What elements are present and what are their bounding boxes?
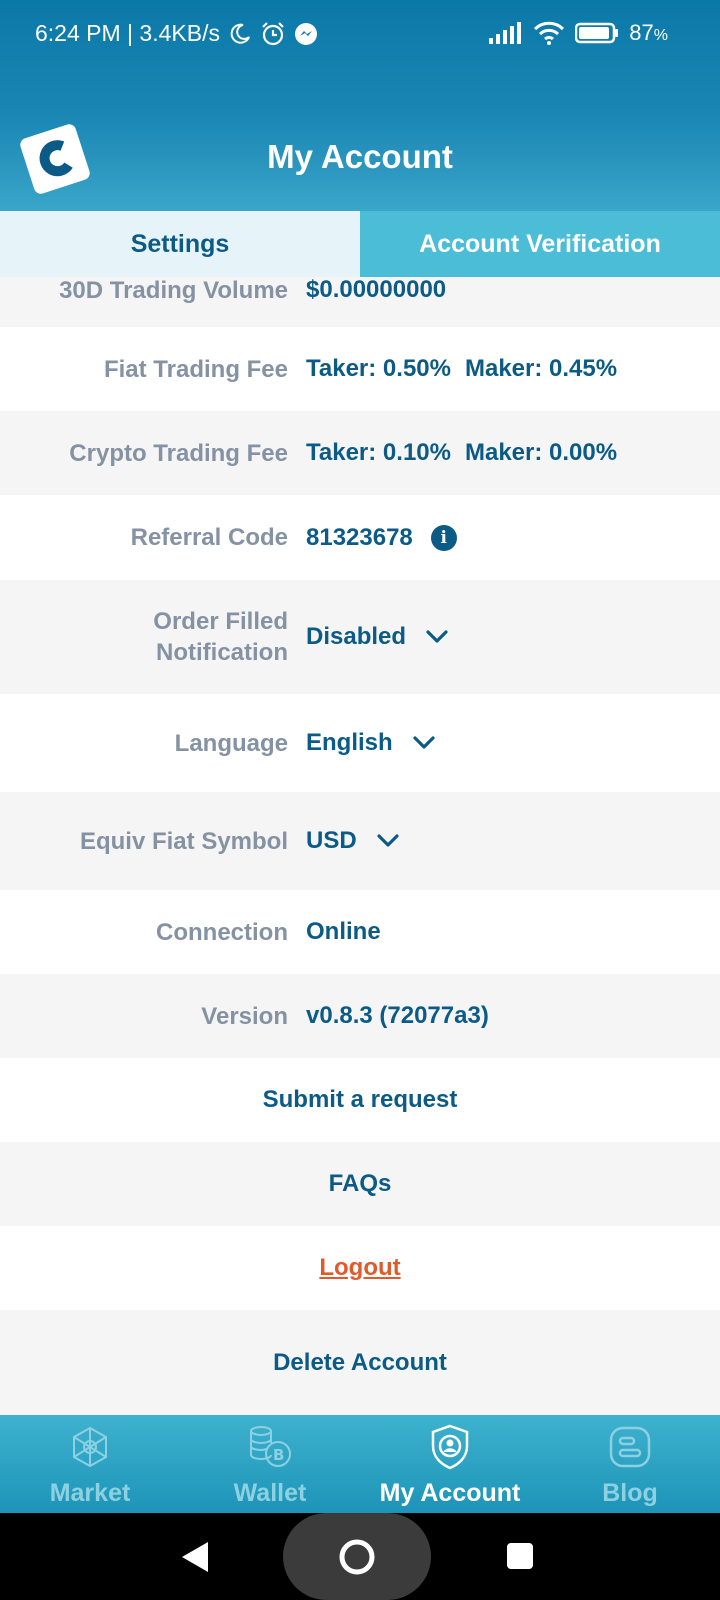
- fiat-symbol-label: Equiv Fiat Symbol: [79, 827, 288, 855]
- language-dropdown[interactable]: English: [306, 729, 435, 757]
- svg-text:B: B: [273, 1446, 284, 1464]
- row-fiat-symbol: Equiv Fiat Symbol USD: [0, 792, 720, 890]
- nav-market-label: Market: [49, 1479, 131, 1507]
- fiat-symbol-dropdown[interactable]: USD: [306, 827, 399, 855]
- network-icon: [68, 1423, 112, 1471]
- page-title: My Account: [267, 138, 453, 175]
- coins-icon: B: [247, 1423, 293, 1471]
- trading-volume-label: 30D Trading Volume: [59, 277, 288, 304]
- crypto-fee-taker: Taker: 0.10%: [306, 439, 451, 466]
- referral-code-value-wrap: 81323678 i: [306, 524, 457, 552]
- bottom-nav: Market B Wallet My Account Blog: [0, 1415, 720, 1513]
- row-order-notification: Order Filled Notification Disabled: [0, 580, 720, 694]
- nav-blog-label: Blog: [602, 1479, 658, 1507]
- shield-user-icon: [430, 1423, 470, 1471]
- connection-value-wrap: Online: [306, 918, 381, 946]
- signal-icon: [489, 22, 523, 44]
- nav-blog[interactable]: Blog: [540, 1415, 720, 1513]
- moon-icon: [228, 22, 252, 46]
- row-trading-volume: 30D Trading Volume $0.00000000: [0, 277, 720, 327]
- row-delete-account: Delete Account: [0, 1310, 720, 1415]
- row-language: Language English: [0, 694, 720, 792]
- battery-icon: [575, 22, 619, 44]
- connection-label: Connection: [156, 918, 288, 946]
- version-value: v0.8.3 (72077a3): [306, 1002, 489, 1029]
- chevron-down-icon: [377, 827, 399, 855]
- battery-unit: %: [653, 27, 668, 44]
- logout-link[interactable]: Logout: [319, 1254, 400, 1281]
- trading-volume-value: $0.00000000: [306, 277, 447, 303]
- row-faqs: FAQs: [0, 1142, 720, 1226]
- row-crypto-fee: Crypto Trading Fee Taker: 0.10% Maker: 0…: [0, 411, 720, 495]
- row-fiat-fee: Fiat Trading Fee Taker: 0.50% Maker: 0.4…: [0, 327, 720, 411]
- logout-row-label: Logout: [0, 1254, 720, 1282]
- tab-account-verification[interactable]: Account Verification: [360, 211, 720, 277]
- crypto-fee-maker: Maker: 0.00%: [464, 439, 618, 466]
- nav-my-account-label: My Account: [379, 1479, 521, 1507]
- trading-volume-value-wrap: $0.00000000: [306, 277, 446, 304]
- version-label: Version: [201, 1002, 288, 1030]
- home-icon: [339, 1539, 375, 1574]
- account-tabs: Settings Account Verification: [0, 211, 720, 277]
- wifi-icon: [533, 21, 565, 45]
- fiat-fee-values: Taker: 0.50% Maker: 0.45%: [306, 355, 617, 383]
- connection-value: Online: [306, 918, 381, 945]
- language-value: English: [306, 729, 393, 756]
- row-connection: Connection Online: [0, 890, 720, 974]
- status-time: 6:24 PM | 3.4KB/s: [35, 20, 220, 46]
- system-nav-bar: [0, 1513, 720, 1600]
- order-notification-label: Order Filled Notification: [0, 606, 288, 668]
- home-button[interactable]: [283, 1513, 431, 1600]
- nav-my-account[interactable]: My Account: [360, 1415, 540, 1513]
- battery-percent: 87: [629, 20, 654, 45]
- status-bar: 6:24 PM | 3.4KB/s 87%: [0, 0, 720, 70]
- nav-wallet-label: Wallet: [233, 1479, 307, 1507]
- app-header: 6:24 PM | 3.4KB/s 87% My Account: [0, 0, 720, 211]
- referral-code-label: Referral Code: [130, 524, 288, 551]
- status-left: 6:24 PM | 3.4KB/s: [35, 20, 318, 47]
- chevron-down-icon: [426, 623, 448, 651]
- alarm-icon: [260, 21, 286, 47]
- referral-code-value: 81323678: [306, 523, 413, 551]
- order-notification-label-line1: Order Filled: [153, 608, 288, 635]
- language-label: Language: [174, 729, 288, 757]
- version-value-wrap: v0.8.3 (72077a3): [306, 1002, 489, 1030]
- order-notification-label-line2: Notification: [156, 639, 288, 666]
- order-notification-dropdown[interactable]: Disabled: [306, 623, 448, 651]
- info-icon[interactable]: i: [430, 524, 457, 551]
- fiat-fee-maker: Maker: 0.45%: [464, 355, 618, 382]
- fiat-fee-taker: Taker: 0.50%: [306, 355, 451, 382]
- fiat-symbol-value: USD: [306, 827, 357, 854]
- blog-icon: [609, 1423, 651, 1471]
- row-logout: Logout: [0, 1226, 720, 1310]
- back-icon[interactable]: [180, 1540, 210, 1579]
- order-notification-value: Disabled: [306, 623, 407, 650]
- status-right: 87%: [489, 20, 668, 46]
- crypto-fee-values: Taker: 0.10% Maker: 0.00%: [306, 439, 617, 467]
- recent-apps-icon[interactable]: [506, 1542, 534, 1575]
- faqs-link[interactable]: FAQs: [0, 1170, 720, 1198]
- crypto-fee-label: Crypto Trading Fee: [69, 439, 288, 467]
- nav-market[interactable]: Market: [0, 1415, 180, 1513]
- submit-request-link[interactable]: Submit a request: [0, 1086, 720, 1114]
- battery-level: 87%: [629, 20, 668, 46]
- row-submit-request: Submit a request: [0, 1058, 720, 1142]
- chevron-down-icon: [413, 729, 435, 757]
- nav-wallet[interactable]: B Wallet: [180, 1415, 360, 1513]
- fiat-fee-label: Fiat Trading Fee: [103, 355, 288, 383]
- tab-settings[interactable]: Settings: [0, 211, 360, 277]
- settings-list[interactable]: 30D Trading Volume $0.00000000 Fiat Trad…: [0, 277, 720, 1415]
- row-version: Version v0.8.3 (72077a3): [0, 974, 720, 1058]
- row-referral-code: Referral Code 81323678 i: [0, 495, 720, 580]
- messenger-icon: [294, 22, 318, 46]
- delete-account-link[interactable]: Delete Account: [0, 1349, 720, 1377]
